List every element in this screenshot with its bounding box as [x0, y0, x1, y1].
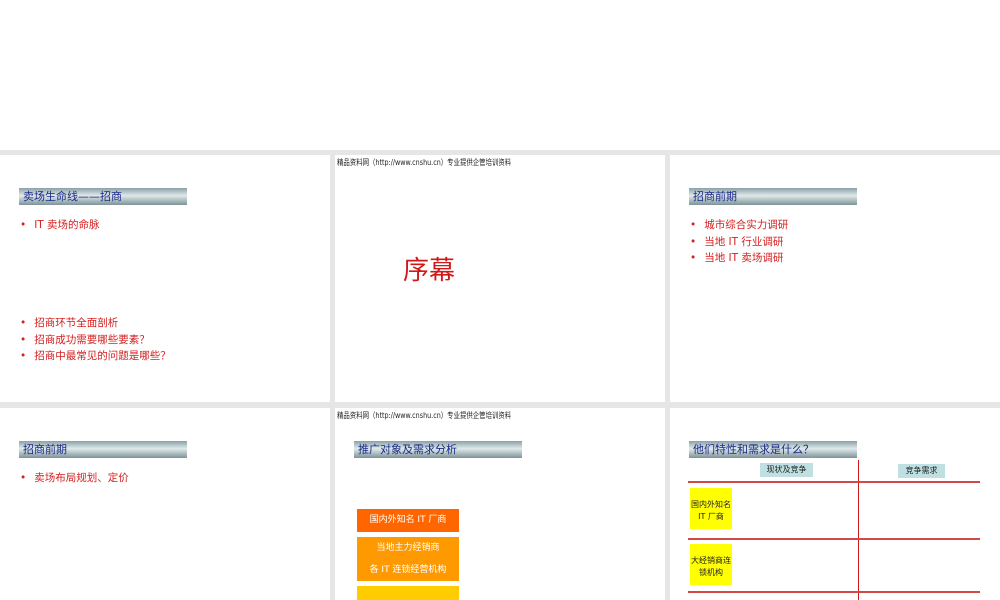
column-header: 现状及竞争 — [760, 463, 813, 477]
header-text: 精品资料网（http://www.cnshu.cn）专业提供企管培训资料 — [337, 158, 512, 167]
bullet: 招商成功需要哪些要素？ — [20, 332, 171, 349]
column-header: 竞争需求 — [898, 464, 945, 478]
slide-2[interactable]: 精品资料网（http://www.cnshu.cn）专业提供企管培训资料 序幕 — [335, 155, 665, 402]
slide-title: 推广对象及需求分析 — [354, 441, 522, 458]
slide-title: 招商前期 — [19, 441, 187, 458]
bullet: IT 卖场的命脉 — [20, 217, 99, 234]
bullet: 招商环节全面剖析 — [20, 315, 171, 332]
header-text: 精品资料网（http://www.cnshu.cn）专业提供企管培训资料 — [337, 411, 512, 420]
bullet: 城市综合实力调研 — [690, 217, 788, 234]
bullet-list: 招商环节全面剖析 招商成功需要哪些要素？ 招商中最常见的问题是哪些？ — [20, 315, 171, 365]
divider — [688, 538, 980, 540]
big-title: 序幕 — [403, 256, 456, 286]
slide-4[interactable]: 招商前期 卖场布局规划、定价 — [0, 408, 330, 600]
divider — [688, 481, 980, 483]
bullet-list: IT 卖场的命脉 — [20, 217, 99, 234]
slide-title: 他们特性和需求是什么？ — [689, 441, 857, 458]
target-box: 当地主力经销商 — [357, 537, 459, 559]
bullet: 招商中最常见的问题是哪些？ — [20, 348, 171, 365]
bullet: 当地 IT 行业调研 — [690, 234, 788, 251]
target-box — [357, 586, 459, 600]
divider — [688, 591, 980, 593]
slide-title: 卖场生命线——招商 — [19, 188, 187, 205]
slide-3[interactable]: 招商前期 城市综合实力调研 当地 IT 行业调研 当地 IT 卖场调研 — [670, 155, 1000, 402]
bullet: 卖场布局规划、定价 — [20, 470, 129, 487]
slide-title: 招商前期 — [689, 188, 857, 205]
bullet: 当地 IT 卖场调研 — [690, 250, 788, 267]
target-box: 国内外知名 IT 厂商 — [357, 509, 459, 532]
slide-grid: 卖场生命线——招商 IT 卖场的命脉 招商环节全面剖析 招商成功需要哪些要素？ … — [0, 150, 1000, 600]
slide-6[interactable]: 他们特性和需求是什么？ 现状及竞争 竞争需求 国内外知名 IT 厂商 大经销商连… — [670, 408, 1000, 600]
target-box: 各 IT 连锁经营机构 — [357, 559, 459, 581]
slide-5[interactable]: 精品资料网（http://www.cnshu.cn）专业提供企管培训资料 推广对… — [335, 408, 665, 600]
row-label: 国内外知名 IT 厂商 — [690, 488, 732, 529]
bullet-list: 卖场布局规划、定价 — [20, 470, 129, 487]
row-label: 大经销商连锁机构 — [690, 544, 732, 585]
slide-1[interactable]: 卖场生命线——招商 IT 卖场的命脉 招商环节全面剖析 招商成功需要哪些要素？ … — [0, 155, 330, 402]
bullet-list: 城市综合实力调研 当地 IT 行业调研 当地 IT 卖场调研 — [690, 217, 788, 267]
